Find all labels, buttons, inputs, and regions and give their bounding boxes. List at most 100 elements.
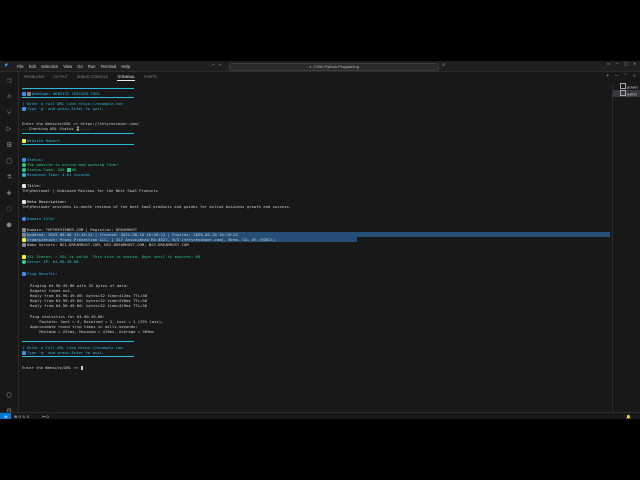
divider xyxy=(22,133,134,134)
search-icon[interactable]: ⌕ xyxy=(4,92,14,102)
magnifier-icon xyxy=(27,91,31,96)
source-control-icon[interactable]: ⑂ xyxy=(4,108,14,118)
window-controls: ▭ – □ ✕ xyxy=(607,62,636,67)
command-center[interactable]: ⌕ CS50 Python Programing xyxy=(229,62,439,71)
panel-controls: + ⋯ ⌃ ✕ xyxy=(606,73,636,79)
hint-line: Type 'q' and press Enter to quit. xyxy=(22,106,104,111)
menu-terminal[interactable]: Terminal xyxy=(101,64,117,69)
ping-icon xyxy=(22,271,26,276)
timer-icon xyxy=(22,172,26,177)
terminal-cursor xyxy=(80,365,83,370)
title-value: ThfyReviewer | Unbiased Reviews for the … xyxy=(22,188,158,193)
extensions-icon[interactable]: ⊞ xyxy=(4,140,14,150)
building-icon xyxy=(22,237,26,242)
terminal-item-python[interactable]: pytho xyxy=(613,90,640,97)
globe-icon xyxy=(22,91,26,96)
divider xyxy=(22,144,134,145)
close-icon[interactable]: ✕ xyxy=(633,62,636,67)
pin-icon xyxy=(22,227,26,232)
tab-debug-console[interactable]: DEBUG CONSOLE xyxy=(77,74,108,80)
lock-icon xyxy=(22,254,26,259)
menu-bar: File Edit Selection View Go Run Terminal… xyxy=(17,64,135,69)
more-actions-icon[interactable]: ⋯ xyxy=(615,73,618,79)
meta-value: ThfyReviewer provides in-depth reviews o… xyxy=(22,204,292,209)
run-debug-icon[interactable]: ▷ xyxy=(4,124,14,134)
calendar-icon xyxy=(22,232,26,237)
maximize-icon[interactable]: □ xyxy=(625,62,628,67)
keyboard-icon xyxy=(22,350,26,355)
server-ip-line: Server IP: 64.90.49.86 xyxy=(22,259,79,264)
ok-badge-icon xyxy=(66,167,71,172)
divider xyxy=(22,356,134,357)
search-icon: ⌕ xyxy=(309,64,312,70)
nav-back-forward-icon[interactable]: ← → xyxy=(212,62,221,68)
terminal-icon xyxy=(620,83,626,89)
layout-icon[interactable]: ▭ xyxy=(607,62,610,67)
account-icon[interactable]: ◯ xyxy=(4,390,14,400)
report-icon xyxy=(22,138,26,143)
minimize-icon[interactable]: – xyxy=(616,62,619,67)
terminal-icon xyxy=(620,90,626,96)
tab-terminal[interactable]: TERMINAL xyxy=(117,74,136,81)
menu-help[interactable]: Help xyxy=(121,64,130,69)
menu-go[interactable]: Go xyxy=(77,64,83,69)
terminal-output[interactable]: WebSage: WEBSITE CHECKER TOOL | Enter a … xyxy=(22,87,612,407)
green-circle-icon xyxy=(22,167,26,172)
ping-label: Ping Results: xyxy=(22,271,57,276)
server-icon xyxy=(22,259,26,264)
error-icon: ⊗ xyxy=(14,414,18,419)
panel-tabs: PROBLEMS OUTPUT DEBUG CONSOLE TERMINAL P… xyxy=(19,72,640,82)
terminal-list: power pytho xyxy=(612,83,640,413)
testing-icon[interactable]: ⚗ xyxy=(4,172,14,182)
maximize-panel-icon[interactable]: ⌃ xyxy=(624,73,627,79)
domain-label: Domain Info: xyxy=(22,216,55,221)
terminal-item-power[interactable]: power xyxy=(620,83,638,90)
antenna-icon: ⚯ xyxy=(42,414,46,419)
divider xyxy=(22,88,134,89)
ping-stats-line: Minimum = 252ms, Maximum = 419ms, Averag… xyxy=(30,329,155,334)
vscode-window: ◤ File Edit Selection View Go Run Termin… xyxy=(0,61,640,419)
remote-explorer-icon[interactable]: ▢ xyxy=(4,156,14,166)
github-icon[interactable]: ● xyxy=(4,220,14,230)
problems-status[interactable]: ⊗ 0 ⚠ 0 xyxy=(14,414,29,419)
menu-view[interactable]: View xyxy=(63,64,72,69)
remote-icon[interactable]: ⋊ xyxy=(0,413,11,419)
activity-bar: ❐ ⌕ ⑂ ▷ ⊞ ▢ ⚗ ◈ ◌ ● ◯ ⚙ xyxy=(0,72,19,415)
divider xyxy=(22,341,134,342)
notifications-bell-icon[interactable]: 🔔 xyxy=(626,414,631,419)
command-center-label: CS50 Python Programing xyxy=(313,64,359,70)
tab-output[interactable]: OUTPUT xyxy=(53,74,68,80)
warning-icon: ⚠ xyxy=(21,414,26,419)
keyboard-icon xyxy=(22,106,26,111)
chat-icon[interactable]: ◌ xyxy=(4,204,14,214)
status-bar: ⋊ ⊗ 0 ⚠ 0 ⚯ 0 🔔 xyxy=(0,412,640,419)
close-panel-icon[interactable]: ✕ xyxy=(633,73,636,79)
new-terminal-icon[interactable]: + xyxy=(606,73,609,79)
explorer-icon[interactable]: ❐ xyxy=(4,76,14,86)
divider xyxy=(22,97,134,98)
copilot-icon[interactable]: ◎ xyxy=(442,62,445,68)
title-bar: ◤ File Edit Selection View Go Run Termin… xyxy=(0,61,640,72)
name-servers-line: Name Servers: NS1.DREAMHOST.COM, NS2.DRE… xyxy=(22,242,189,247)
document-icon xyxy=(22,183,26,188)
python-icon[interactable]: ◈ xyxy=(4,188,14,198)
hint-line: Type 'q' and press Enter to quit. xyxy=(22,350,104,355)
ports-status[interactable]: ⚯ 0 xyxy=(42,414,49,419)
server-icon xyxy=(22,242,26,247)
response-time: Response Time: 4.61 seconds xyxy=(22,172,90,177)
pin-icon xyxy=(22,157,26,162)
menu-file[interactable]: File xyxy=(17,64,24,69)
green-circle-icon xyxy=(22,162,26,167)
notes-icon xyxy=(22,199,26,204)
globe-icon xyxy=(22,216,26,221)
tab-problems[interactable]: PROBLEMS xyxy=(24,74,44,80)
menu-selection[interactable]: Selection xyxy=(41,64,58,69)
tab-ports[interactable]: PORTS xyxy=(144,74,156,80)
final-prompt-line: Enter the Website/URL >> xyxy=(22,365,83,370)
header-line: WebSage: WEBSITE CHECKER TOOL xyxy=(22,91,100,96)
report-title: Website Report xyxy=(22,138,60,143)
ping-line: Reply from 64.90.49.86: bytes=32 time=41… xyxy=(30,303,148,308)
checking-line: -- Checking URL Status ⌛.... xyxy=(22,126,91,131)
menu-run[interactable]: Run xyxy=(88,64,96,69)
menu-edit[interactable]: Edit xyxy=(29,64,36,69)
